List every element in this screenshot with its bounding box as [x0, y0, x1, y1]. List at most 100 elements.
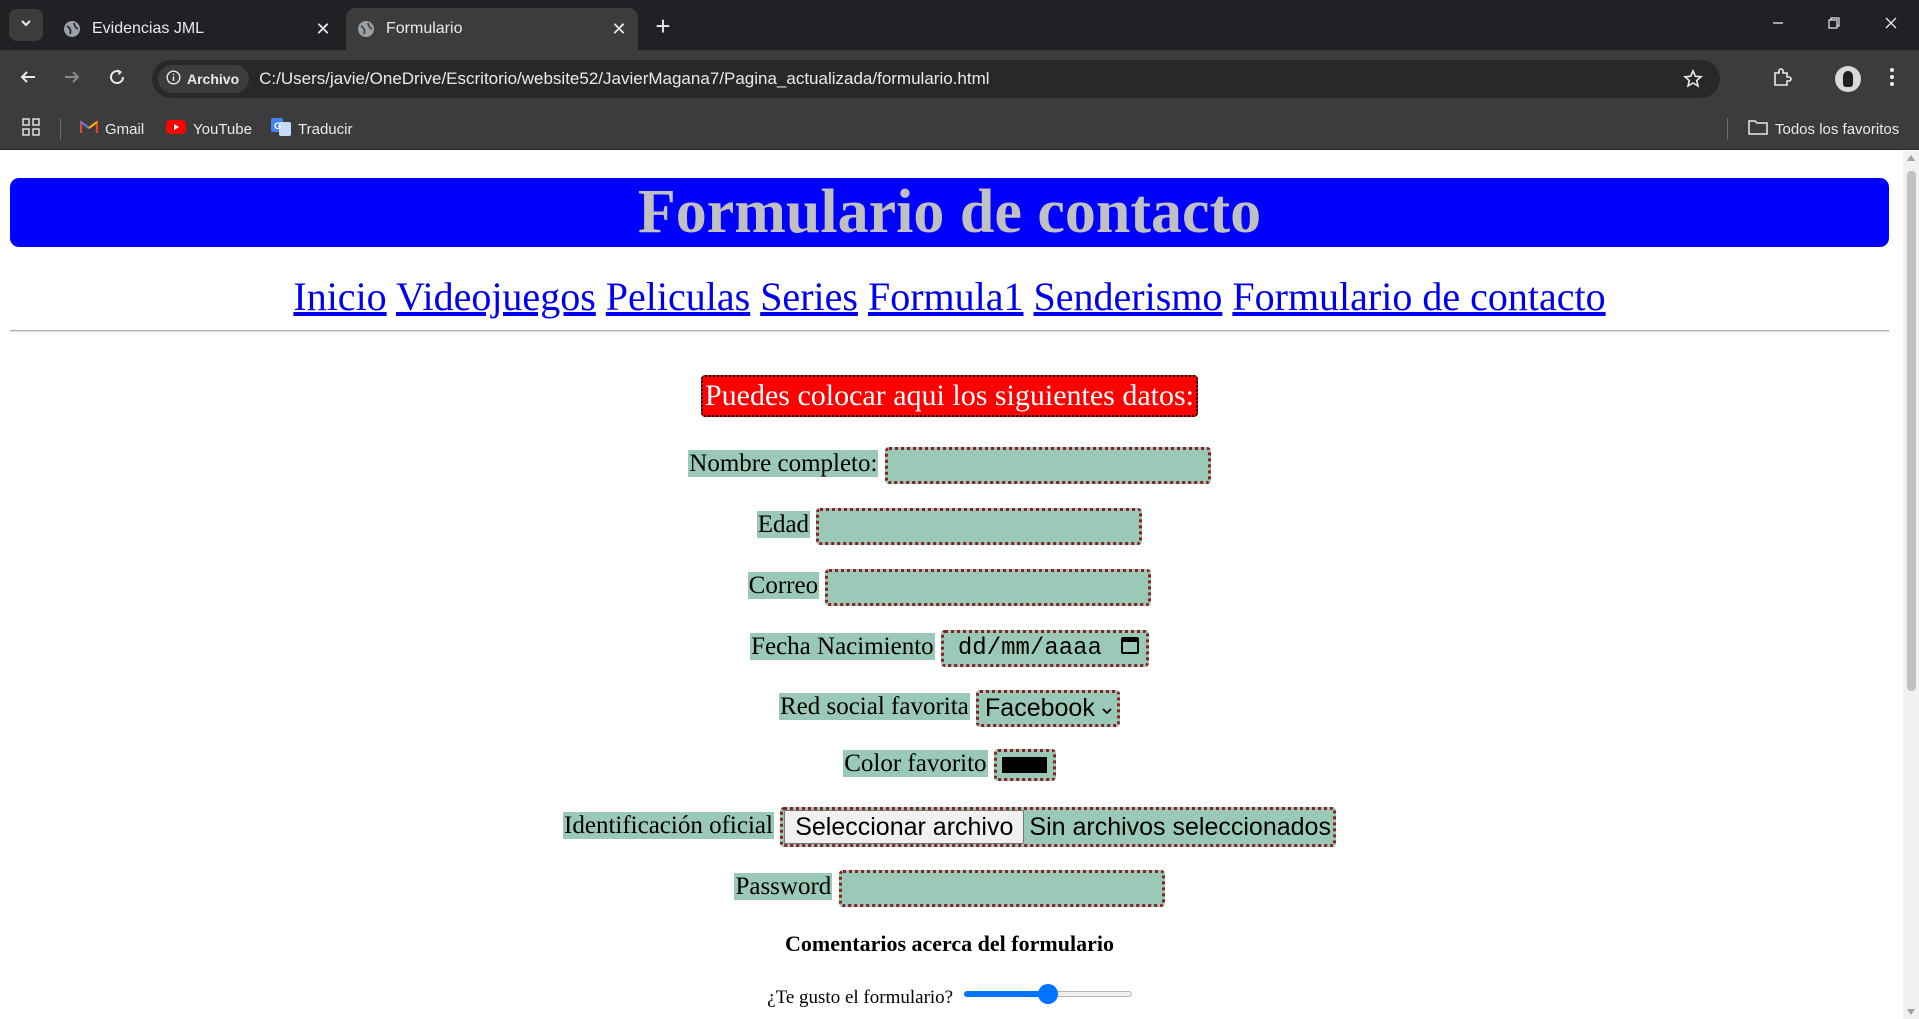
url-text[interactable]: C:/Users/javie/OneDrive/Escritorio/websi… — [259, 69, 989, 89]
bookmarks-divider — [60, 118, 61, 140]
id-row: Identificación oficial Seleccionar archi… — [0, 807, 1899, 847]
restore-button[interactable] — [1814, 8, 1854, 42]
bookmark-traducir[interactable]: G Traducir — [271, 116, 352, 142]
extensions-button[interactable] — [1766, 63, 1798, 95]
arrow-left-icon — [19, 68, 37, 91]
new-tab-button[interactable]: + — [648, 10, 678, 41]
bookmark-star-icon[interactable] — [1680, 66, 1706, 92]
age-label: Edad — [756, 511, 811, 539]
main-nav: Inicio Videojuegos Peliculas Series Form… — [0, 273, 1899, 320]
profile-button[interactable] — [1832, 63, 1864, 95]
bookmarks-bar: Gmail YouTube G Traducir Todos los favor… — [0, 108, 1919, 150]
tab-title: Formulario — [386, 20, 463, 37]
tab-strip: Evidencias JML ✕ Formulario ✕ + — [0, 0, 1919, 50]
minimize-icon — [1771, 16, 1785, 35]
close-icon[interactable]: ✕ — [606, 16, 632, 42]
age-row: Edad — [0, 508, 1899, 545]
reload-icon — [108, 68, 126, 91]
name-label: Nombre completo: — [688, 450, 879, 478]
bookmark-label: Traducir — [298, 120, 353, 138]
scrollbar-thumb[interactable] — [1907, 171, 1916, 691]
more-vertical-icon — [1889, 67, 1895, 92]
color-row: Color favorito — [0, 749, 1899, 781]
menu-button[interactable] — [1876, 63, 1908, 95]
social-row: Red social favorita Facebook — [0, 690, 1899, 727]
arrow-right-icon — [63, 68, 81, 91]
scroll-down-icon[interactable] — [1907, 1009, 1915, 1015]
back-button[interactable] — [12, 63, 44, 95]
email-row: Correo — [0, 569, 1899, 606]
password-label: Password — [734, 873, 833, 901]
scroll-up-icon[interactable] — [1907, 155, 1915, 161]
form-banner: Puedes colocar aqui los siguientes datos… — [700, 375, 1199, 417]
page-scrollbar[interactable] — [1903, 151, 1919, 1019]
birthdate-row: Fecha Nacimiento dd/mm/aaaa — [0, 630, 1899, 667]
form-banner-wrap: Puedes colocar aqui los siguientes datos… — [0, 375, 1899, 417]
chevron-down-icon — [1101, 694, 1113, 723]
color-picker[interactable] — [993, 749, 1056, 781]
apps-grid-icon — [22, 118, 40, 140]
file-status: Sin archivos seleccionados — [1029, 812, 1331, 841]
tab-formulario[interactable]: Formulario ✕ — [346, 8, 638, 50]
file-input[interactable]: Seleccionar archivo Sin archivos selecci… — [780, 807, 1336, 847]
name-input[interactable] — [884, 447, 1211, 484]
nav-link-videojuegos[interactable]: Videojuegos — [396, 274, 596, 319]
restore-icon — [1827, 16, 1841, 35]
tab-evidencias[interactable]: Evidencias JML ✕ — [52, 8, 342, 50]
calendar-icon[interactable] — [1120, 635, 1140, 663]
nav-link-peliculas[interactable]: Peliculas — [606, 274, 750, 319]
apps-button[interactable] — [22, 116, 40, 142]
forward-button[interactable] — [56, 63, 88, 95]
slider-thumb[interactable] — [1037, 983, 1058, 1004]
bookmarks-divider — [1727, 118, 1728, 140]
divider — [10, 330, 1889, 332]
folder-icon — [1748, 119, 1768, 139]
youtube-icon — [166, 120, 186, 138]
page-title: Formulario de contacto — [637, 178, 1262, 246]
tab-search-button[interactable] — [9, 9, 43, 41]
color-label: Color favorito — [843, 749, 988, 777]
social-selected-value: Facebook — [985, 694, 1095, 722]
nav-link-senderismo[interactable]: Senderismo — [1034, 274, 1223, 319]
date-placeholder: dd/mm/aaaa — [957, 635, 1102, 662]
rating-row: ¿Te gusto el formulario? — [0, 983, 1899, 1009]
nav-link-inicio[interactable]: Inicio — [293, 274, 386, 319]
reload-button[interactable] — [101, 63, 133, 95]
close-icon[interactable]: ✕ — [310, 16, 336, 42]
social-select[interactable]: Facebook — [976, 690, 1121, 727]
color-swatch — [1002, 757, 1048, 773]
choose-file-button[interactable]: Seleccionar archivo — [784, 810, 1025, 844]
rating-slider[interactable] — [963, 983, 1132, 1004]
password-row: Password — [0, 870, 1899, 907]
nav-link-formula1[interactable]: Formula1 — [868, 274, 1024, 319]
bookmark-gmail[interactable]: Gmail — [79, 116, 144, 142]
all-bookmarks-button[interactable]: Todos los favoritos — [1748, 116, 1899, 142]
slider-fill — [963, 990, 1048, 997]
translate-icon: G — [271, 118, 291, 140]
birthdate-label: Fecha Nacimiento — [750, 633, 935, 661]
email-input[interactable] — [825, 569, 1152, 606]
nav-link-series[interactable]: Series — [760, 274, 858, 319]
tab-title: Evidencias JML — [92, 20, 205, 37]
site-info-chip[interactable]: Archivo — [158, 65, 250, 93]
browser-toolbar: Archivo C:/Users/javie/OneDrive/Escritor… — [0, 50, 1919, 108]
chip-label: Archivo — [187, 71, 240, 87]
puzzle-icon — [1772, 67, 1792, 92]
chevron-down-icon — [19, 16, 33, 35]
plus-icon: + — [655, 10, 671, 41]
social-label: Red social favorita — [778, 693, 970, 721]
password-input[interactable] — [838, 870, 1165, 907]
close-window-button[interactable] — [1871, 8, 1911, 42]
age-input[interactable] — [816, 508, 1143, 545]
id-label: Identificación oficial — [563, 811, 774, 839]
bookmark-youtube[interactable]: YouTube — [166, 116, 252, 142]
close-icon — [1884, 16, 1898, 35]
avatar — [1835, 66, 1861, 92]
all-bookmarks-label: Todos los favoritos — [1775, 120, 1900, 138]
name-row: Nombre completo: — [0, 447, 1899, 484]
address-bar[interactable]: Archivo C:/Users/javie/OneDrive/Escritor… — [152, 60, 1720, 98]
birthdate-input[interactable]: dd/mm/aaaa — [940, 630, 1149, 667]
svg-text:G: G — [274, 121, 281, 131]
nav-link-formulario[interactable]: Formulario de contacto — [1232, 274, 1605, 319]
minimize-button[interactable] — [1758, 8, 1798, 42]
